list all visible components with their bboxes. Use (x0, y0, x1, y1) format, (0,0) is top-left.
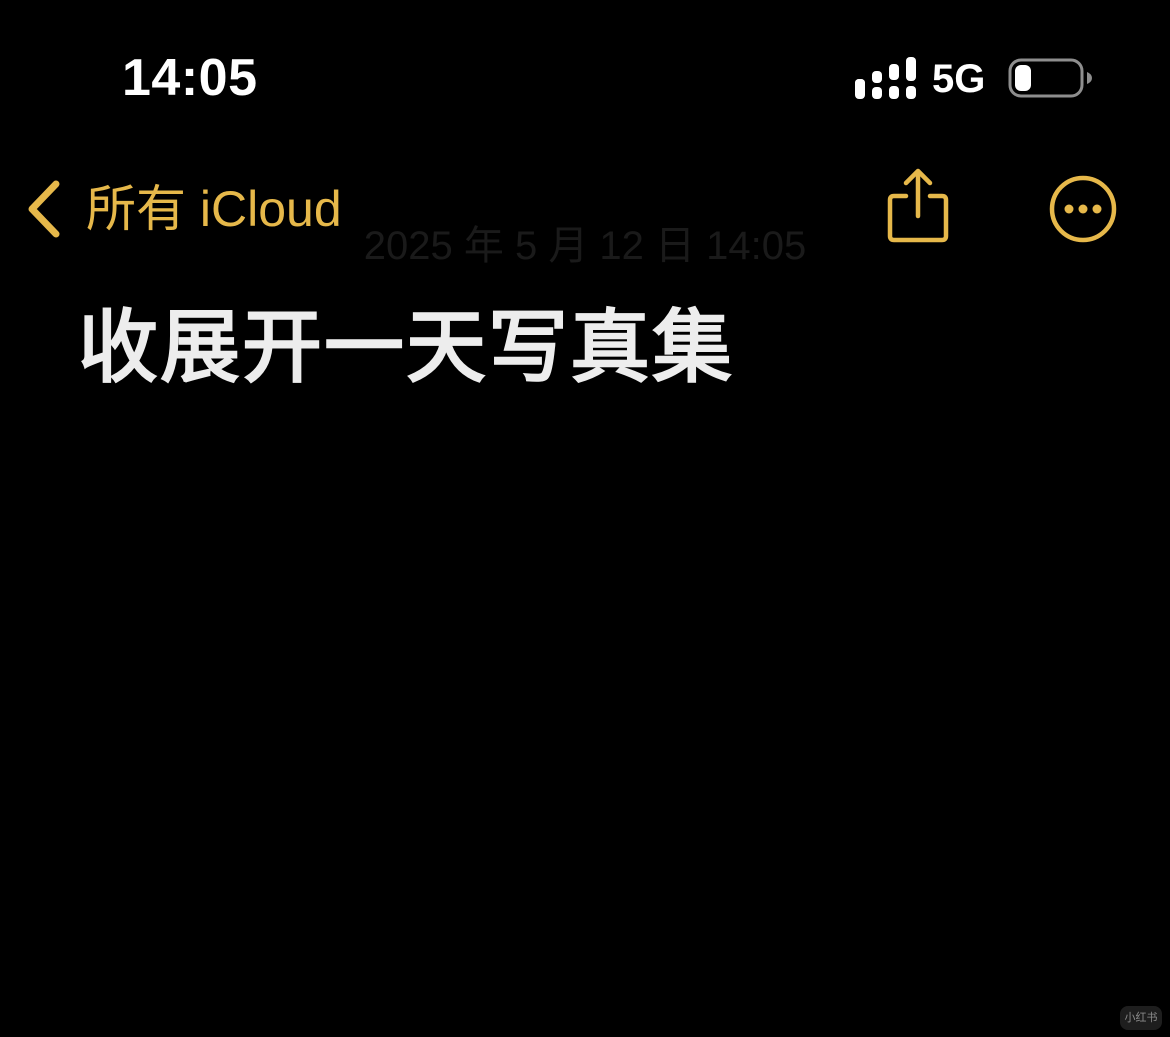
ellipsis-circle-icon[interactable] (1048, 174, 1118, 244)
network-type-label: 5G (932, 57, 986, 101)
watermark-logo: 小红书 (1120, 1006, 1162, 1030)
battery-low-icon (1008, 58, 1092, 98)
cellular-signal-icon (855, 57, 916, 99)
note-date: 2025 年 5 月 12 日 14:05 (363, 224, 807, 268)
status-bar: 14:05 5G (0, 0, 1170, 150)
status-time: 14:05 (122, 49, 258, 107)
note-title[interactable]: 收展开一天写真集 (78, 300, 734, 396)
share-icon[interactable] (884, 166, 952, 246)
